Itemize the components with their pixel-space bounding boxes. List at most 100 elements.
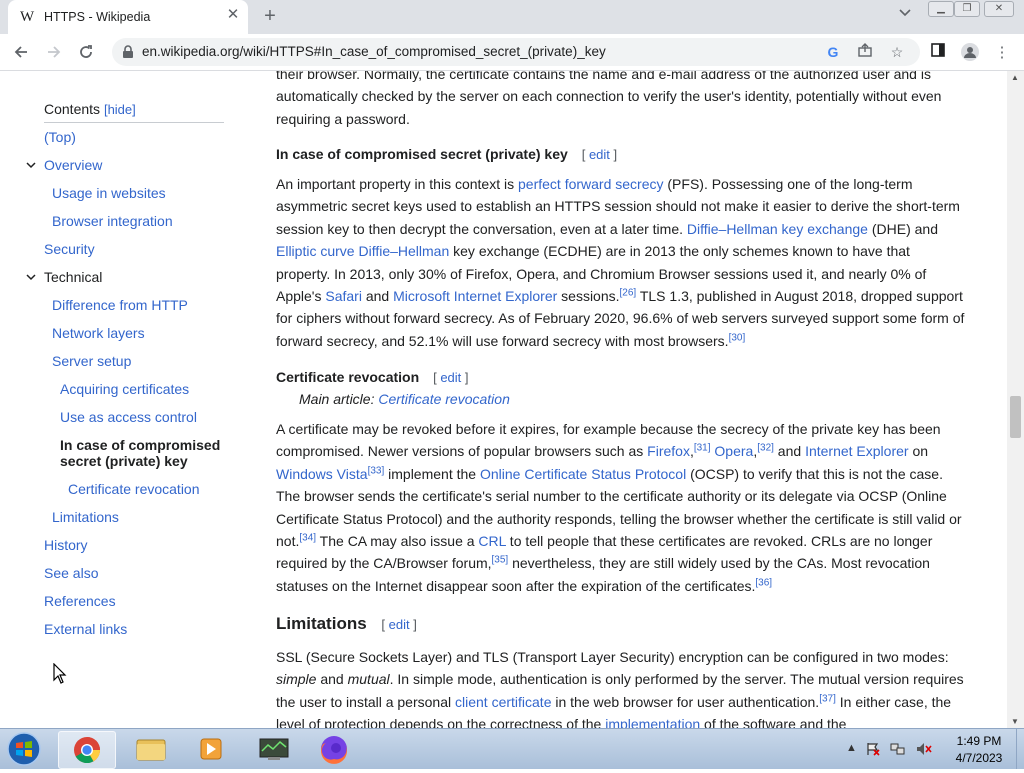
em-simple: simple bbox=[276, 671, 317, 688]
link-implementation[interactable]: implementation bbox=[605, 716, 700, 728]
clock-date[interactable]: 4/7/2023 bbox=[951, 751, 1007, 765]
bookmark-star-icon[interactable]: ☆ bbox=[888, 43, 906, 61]
toc-item-history[interactable]: History bbox=[44, 537, 88, 553]
citation-26[interactable]: [26] bbox=[620, 287, 637, 298]
link-ocsp[interactable]: Online Certificate Status Protocol bbox=[480, 466, 686, 482]
taskbar-task-manager[interactable] bbox=[246, 731, 302, 767]
link-safari[interactable]: Safari bbox=[325, 288, 362, 304]
tab-close-icon[interactable]: ✕ bbox=[224, 6, 242, 24]
edit-link[interactable]: edit bbox=[440, 370, 461, 385]
link-elliptic-curve-dh[interactable]: Elliptic curve Diffie–Hellman bbox=[276, 243, 449, 259]
close-window-button[interactable]: ✕ bbox=[984, 1, 1014, 17]
text: An important property in this context is bbox=[276, 176, 518, 192]
taskbar-media-player[interactable] bbox=[183, 731, 239, 767]
action-center-flag-icon[interactable] bbox=[866, 742, 880, 759]
toc-item-overview-row: Overview bbox=[26, 157, 102, 173]
toc-item-technical[interactable]: Technical bbox=[44, 269, 102, 285]
scroll-down-arrow-icon[interactable]: ▼ bbox=[1011, 717, 1019, 726]
text: (DHE) and bbox=[867, 220, 938, 237]
address-bar[interactable]: en.wikipedia.org/wiki/HTTPS#In_case_of_c… bbox=[112, 38, 920, 66]
network-icon[interactable] bbox=[890, 742, 906, 759]
tab-search-icon[interactable] bbox=[896, 7, 914, 25]
google-lens-icon[interactable]: G bbox=[824, 43, 842, 61]
profile-avatar-icon[interactable] bbox=[960, 43, 980, 63]
link-opera[interactable]: Opera bbox=[714, 443, 753, 459]
back-button[interactable] bbox=[9, 40, 33, 64]
browser-toolbar: en.wikipedia.org/wiki/HTTPS#In_case_of_c… bbox=[0, 34, 1024, 71]
edit-link[interactable]: edit bbox=[589, 147, 610, 162]
citation-31[interactable]: [31] bbox=[694, 443, 711, 454]
restore-button[interactable]: ❐ bbox=[954, 1, 980, 17]
section-heading-limitations: Limitations [ edit ] bbox=[276, 613, 417, 636]
paragraph-limitations: SSL (Secure Sockets Layer) and TLS (Tran… bbox=[276, 646, 966, 728]
toc-item-server-setup[interactable]: Server setup bbox=[52, 353, 131, 369]
edit-link[interactable]: edit bbox=[389, 617, 410, 632]
toc-item-certificate-revocation[interactable]: Certificate revocation bbox=[68, 481, 200, 497]
toc-item-browser-integration[interactable]: Browser integration bbox=[52, 213, 173, 229]
toc-item-see-also[interactable]: See also bbox=[44, 565, 98, 581]
taskbar-file-explorer[interactable] bbox=[123, 731, 179, 767]
scrollbar-thumb[interactable] bbox=[1010, 396, 1021, 438]
link-firefox[interactable]: Firefox bbox=[647, 443, 690, 459]
text: and bbox=[773, 443, 806, 460]
citation-33[interactable]: [33] bbox=[368, 465, 385, 476]
link-windows-vista[interactable]: Windows Vista bbox=[276, 466, 368, 482]
mouse-cursor-icon bbox=[53, 662, 67, 690]
toc-item-top[interactable]: (Top) bbox=[44, 129, 76, 145]
toc-item-acquiring-certificates[interactable]: Acquiring certificates bbox=[60, 381, 189, 397]
link-diffie-hellman[interactable]: Diffie–Hellman key exchange bbox=[687, 221, 868, 237]
tab-strip: W HTTPS - Wikipedia ✕ + ▁ ❐ ✕ bbox=[0, 0, 1024, 34]
main-article-hatnote: Main article: Certificate revocation bbox=[299, 388, 510, 410]
collapse-chevron-icon[interactable] bbox=[26, 161, 36, 171]
link-perfect-forward-secrecy[interactable]: perfect forward secrecy bbox=[518, 176, 664, 192]
edit-section-link: [ edit ] bbox=[381, 617, 416, 632]
edit-bracket-open: [ bbox=[581, 147, 586, 162]
toc-item-network-layers[interactable]: Network layers bbox=[52, 325, 145, 341]
toc-hide-link[interactable]: hide bbox=[108, 102, 133, 117]
toc-item-security[interactable]: Security bbox=[44, 241, 95, 257]
toc-item-references[interactable]: References bbox=[44, 593, 116, 609]
text: of the software and the bbox=[700, 716, 847, 728]
new-tab-button[interactable]: + bbox=[258, 4, 282, 28]
browser-menu-icon[interactable]: ⋮ bbox=[992, 43, 1012, 63]
show-desktop-button[interactable] bbox=[1016, 729, 1024, 769]
vertical-scrollbar[interactable]: ▲ ▼ bbox=[1007, 71, 1024, 728]
taskbar-chrome[interactable] bbox=[58, 731, 116, 769]
minimize-button[interactable]: ▁ bbox=[928, 1, 954, 17]
link-internet-explorer[interactable]: Internet Explorer bbox=[805, 443, 909, 459]
link-main-article-certificate-revocation[interactable]: Certificate revocation bbox=[378, 391, 510, 407]
citation-32[interactable]: [32] bbox=[757, 443, 774, 454]
lock-icon[interactable] bbox=[122, 45, 134, 64]
volume-muted-icon[interactable] bbox=[916, 742, 932, 759]
start-button[interactable] bbox=[4, 731, 44, 767]
citation-34[interactable]: [34] bbox=[299, 532, 316, 543]
toc-item-external-links[interactable]: External links bbox=[44, 621, 127, 637]
edit-bracket-close: ] bbox=[613, 147, 618, 162]
forward-button[interactable] bbox=[42, 40, 66, 64]
citation-37[interactable]: [37] bbox=[819, 693, 836, 704]
toc-item-limitations[interactable]: Limitations bbox=[52, 509, 119, 525]
url-text[interactable]: en.wikipedia.org/wiki/HTTPS#In_case_of_c… bbox=[142, 44, 606, 59]
collapse-chevron-icon[interactable] bbox=[26, 273, 36, 283]
clock-time[interactable]: 1:49 PM bbox=[951, 734, 1007, 748]
show-hidden-icons-icon[interactable]: ▲ bbox=[846, 742, 857, 754]
side-panel-icon[interactable] bbox=[928, 43, 948, 63]
citation-36[interactable]: [36] bbox=[755, 577, 772, 588]
citation-35[interactable]: [35] bbox=[492, 555, 509, 566]
edit-bracket-open: [ bbox=[433, 370, 437, 385]
toc-divider bbox=[44, 122, 224, 123]
toc-item-compromised-key-active[interactable]: In case of compromised secret (private) … bbox=[60, 437, 220, 469]
toc-item-usage-in-websites[interactable]: Usage in websites bbox=[52, 185, 166, 201]
toc-item-use-as-access-control[interactable]: Use as access control bbox=[60, 409, 197, 425]
link-microsoft-ie[interactable]: Microsoft Internet Explorer bbox=[393, 288, 557, 304]
toc-item-difference-from-http[interactable]: Difference from HTTP bbox=[52, 297, 188, 313]
browser-tab[interactable]: W HTTPS - Wikipedia ✕ bbox=[8, 0, 248, 34]
link-client-certificate[interactable]: client certificate bbox=[455, 694, 551, 710]
taskbar-firefox[interactable] bbox=[306, 731, 362, 767]
toc-item-overview[interactable]: Overview bbox=[44, 157, 102, 173]
reload-button[interactable] bbox=[74, 40, 98, 64]
share-icon[interactable] bbox=[856, 43, 874, 61]
citation-30[interactable]: [30] bbox=[729, 332, 746, 343]
link-crl[interactable]: CRL bbox=[478, 533, 506, 549]
scroll-up-arrow-icon[interactable]: ▲ bbox=[1011, 73, 1019, 82]
